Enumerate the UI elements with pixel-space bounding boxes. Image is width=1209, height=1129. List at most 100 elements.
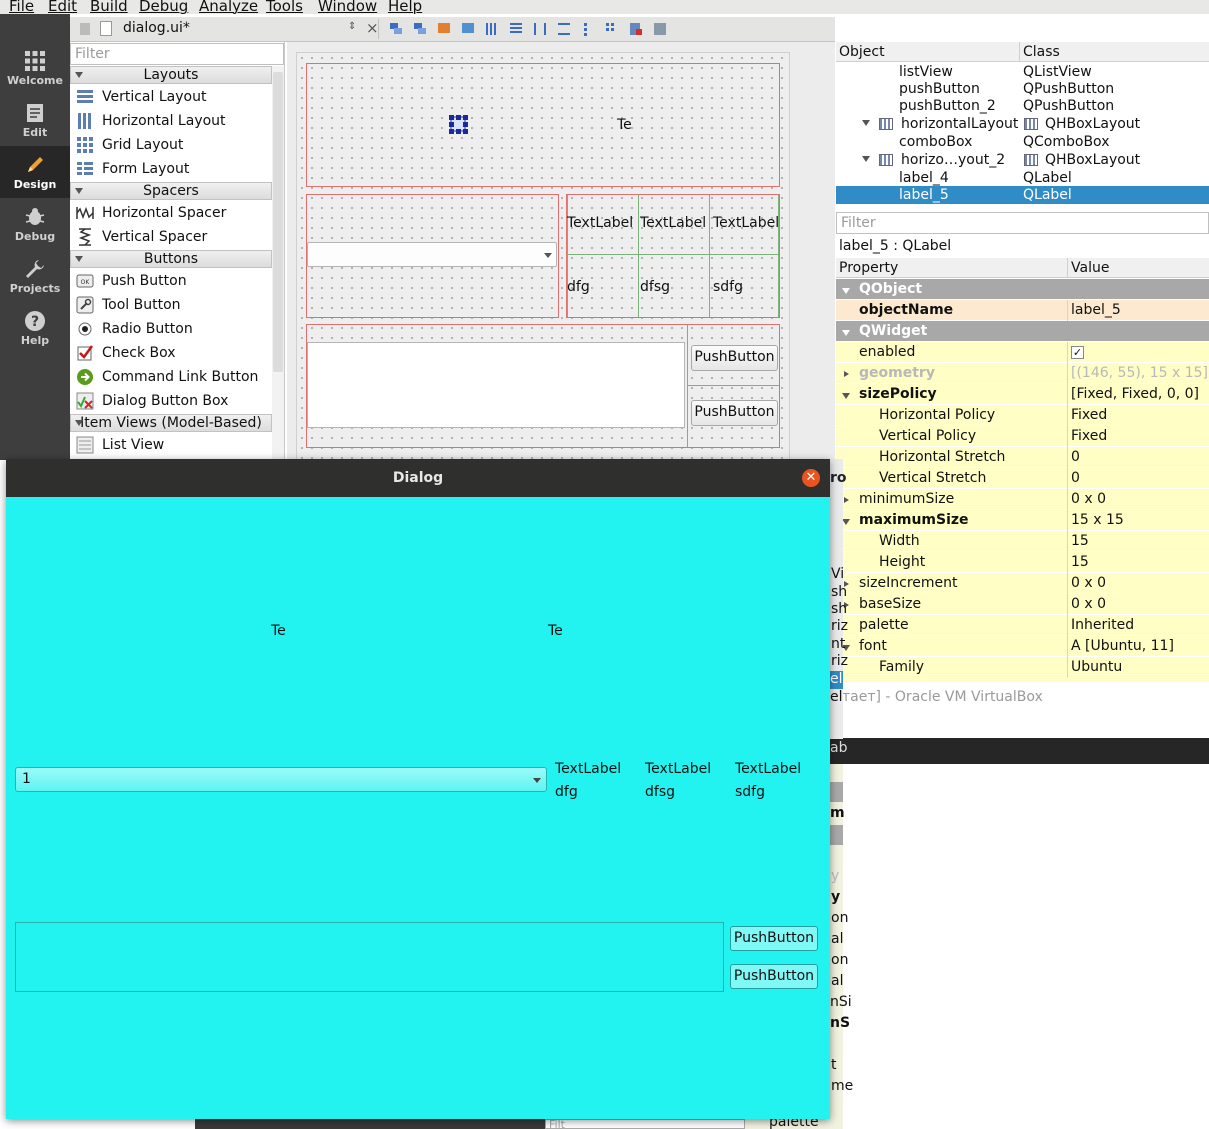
menu-analyze[interactable]: Analyze: [199, 0, 258, 14]
widget-vertical-spacer[interactable]: Vertical Spacer: [70, 225, 272, 249]
property-value[interactable]: 0: [1071, 447, 1080, 468]
menu-help[interactable]: Help: [388, 0, 422, 14]
property-value[interactable]: 15: [1071, 552, 1089, 573]
property-value[interactable]: 0: [1071, 468, 1080, 489]
widget-horizontal-spacer[interactable]: Horizontal Spacer: [70, 201, 272, 225]
widget-command-link-button[interactable]: Command Link Button: [70, 365, 272, 389]
property-value[interactable]: 15 x 15: [1071, 510, 1124, 531]
widget-tool-button[interactable]: Tool Button: [70, 293, 272, 317]
property-row[interactable]: Family Ubuntu: [836, 657, 1209, 678]
widget-grid-layout[interactable]: Grid Layout: [70, 133, 272, 157]
category-layouts[interactable]: Layouts: [70, 66, 272, 84]
property-value[interactable]: Fixed: [1071, 426, 1107, 447]
widget-check-box[interactable]: Check Box: [70, 341, 272, 365]
property-group[interactable]: QWidget: [836, 321, 1209, 342]
menu-window[interactable]: Window: [318, 0, 377, 14]
property-value[interactable]: 0 x 0: [1071, 594, 1106, 615]
class-column-header[interactable]: Class: [1019, 42, 1209, 62]
form-push-button-2[interactable]: PushButton: [691, 400, 778, 426]
expand-icon[interactable]: [844, 371, 849, 377]
dialog-list-view[interactable]: [15, 922, 724, 992]
property-value[interactable]: [(146, 55), 15 x 15]: [1071, 363, 1208, 384]
form-grid-header-3[interactable]: TextLabel: [713, 215, 779, 231]
property-row[interactable]: minimumSize 0 x 0: [836, 489, 1209, 510]
property-value[interactable]: Ubuntu: [1071, 657, 1122, 678]
form-grid-header-2[interactable]: TextLabel: [640, 215, 706, 231]
collapse-icon[interactable]: [842, 393, 850, 399]
tree-row-selected[interactable]: label_5 QLabel: [836, 186, 1209, 204]
value-column-header[interactable]: Value: [1067, 258, 1209, 278]
expand-icon[interactable]: [844, 497, 849, 503]
scrollbar-thumb[interactable]: [273, 72, 283, 372]
property-value[interactable]: A [Ubuntu, 11]: [1071, 636, 1174, 657]
expand-icon[interactable]: [862, 120, 870, 126]
form-combobox[interactable]: [307, 242, 557, 267]
property-value[interactable]: 15: [1071, 531, 1089, 552]
property-value[interactable]: 0 x 0: [1071, 573, 1106, 594]
form-dialog[interactable]: Te TextLabel TextLabel TextLabel dfg dfs…: [296, 52, 790, 460]
category-item-views[interactable]: Item Views (Model-Based): [70, 414, 272, 432]
property-row[interactable]: geometry [(146, 55), 15 x 15]: [836, 363, 1209, 384]
tree-row[interactable]: horizo…yout_2 QHBoxLayout: [836, 151, 1209, 169]
form-grid-header-1[interactable]: TextLabel: [567, 215, 633, 231]
property-group[interactable]: QObject: [836, 279, 1209, 300]
category-buttons[interactable]: Buttons: [70, 250, 272, 268]
property-row[interactable]: font A [Ubuntu, 11]: [836, 636, 1209, 657]
dialog-push-button-2[interactable]: PushButton: [730, 964, 818, 989]
menu-debug[interactable]: Debug: [139, 0, 188, 14]
widget-form-layout[interactable]: Form Layout: [70, 157, 272, 181]
dialog-preview-window[interactable]: Dialog ✕ Te Te 1 TextLabel TextLabel Tex…: [6, 459, 830, 1119]
property-value[interactable]: 0 x 0: [1071, 489, 1106, 510]
form-grid-value-2[interactable]: dfsg: [640, 279, 670, 295]
mode-help[interactable]: ? Help: [0, 302, 70, 354]
property-row[interactable]: sizePolicy [Fixed, Fixed, 0, 0]: [836, 384, 1209, 405]
property-row[interactable]: Horizontal Stretch 0: [836, 447, 1209, 468]
tree-row[interactable]: label_4 QLabel: [836, 169, 1209, 187]
property-value[interactable]: [Fixed, Fixed, 0, 0]: [1071, 384, 1199, 405]
object-column-header[interactable]: Object: [836, 42, 1019, 62]
tree-row[interactable]: horizontalLayout QHBoxLayout: [836, 115, 1209, 133]
property-column-header[interactable]: Property: [836, 258, 1067, 278]
widgetbox-scrollbar[interactable]: [272, 66, 284, 460]
widget-push-button[interactable]: OK Push Button: [70, 269, 272, 293]
property-row[interactable]: Horizontal Policy Fixed: [836, 405, 1209, 426]
collapse-icon[interactable]: [842, 519, 850, 525]
widget-vertical-layout[interactable]: Vertical Layout: [70, 85, 272, 109]
menu-edit[interactable]: Edit: [48, 0, 77, 14]
mode-projects[interactable]: Projects: [0, 250, 70, 302]
tree-row[interactable]: pushButton QPushButton: [836, 80, 1209, 98]
form-push-button-1[interactable]: PushButton: [691, 345, 778, 371]
widget-dialog-button-box[interactable]: Dialog Button Box: [70, 389, 272, 413]
property-value[interactable]: label_5: [1071, 300, 1121, 321]
mode-edit[interactable]: Edit: [0, 94, 70, 146]
mode-debug[interactable]: Debug: [0, 198, 70, 250]
property-row[interactable]: enabled ✓: [836, 342, 1209, 363]
property-row[interactable]: maximumSize 15 x 15: [836, 510, 1209, 531]
property-row[interactable]: objectName label_5: [836, 300, 1209, 321]
property-row[interactable]: Vertical Stretch 0: [836, 468, 1209, 489]
property-row[interactable]: palette Inherited: [836, 615, 1209, 636]
form-grid-value-1[interactable]: dfg: [567, 279, 590, 295]
tree-row[interactable]: pushButton_2 QPushButton: [836, 97, 1209, 115]
dialog-push-button-1[interactable]: PushButton: [730, 926, 818, 951]
tab-switch-icon[interactable]: ⇕: [348, 21, 356, 32]
property-filter-input[interactable]: Filter: [836, 212, 1209, 234]
menu-tools[interactable]: Tools: [266, 0, 303, 14]
widget-list-view[interactable]: List View: [70, 433, 272, 457]
mode-welcome[interactable]: Welcome: [0, 42, 70, 94]
form-grid-value-3[interactable]: sdfg: [713, 279, 743, 295]
collapse-icon[interactable]: [842, 288, 850, 294]
close-icon[interactable]: ✕: [802, 469, 820, 487]
widget-horizontal-layout[interactable]: Horizontal Layout: [70, 109, 272, 133]
widgetbox-filter-input[interactable]: Filter: [70, 43, 284, 65]
form-top-label[interactable]: Te: [617, 117, 632, 133]
selected-label-handles[interactable]: [448, 114, 470, 136]
widget-radio-button[interactable]: Radio Button: [70, 317, 272, 341]
form-list-view[interactable]: [307, 342, 685, 428]
menu-file[interactable]: File: [9, 0, 34, 14]
category-spacers[interactable]: Spacers: [70, 182, 272, 200]
expand-icon[interactable]: [862, 156, 870, 162]
property-row[interactable]: Vertical Policy Fixed: [836, 426, 1209, 447]
property-row[interactable]: sizeIncrement 0 x 0: [836, 573, 1209, 594]
close-icon[interactable]: ×: [366, 19, 379, 37]
